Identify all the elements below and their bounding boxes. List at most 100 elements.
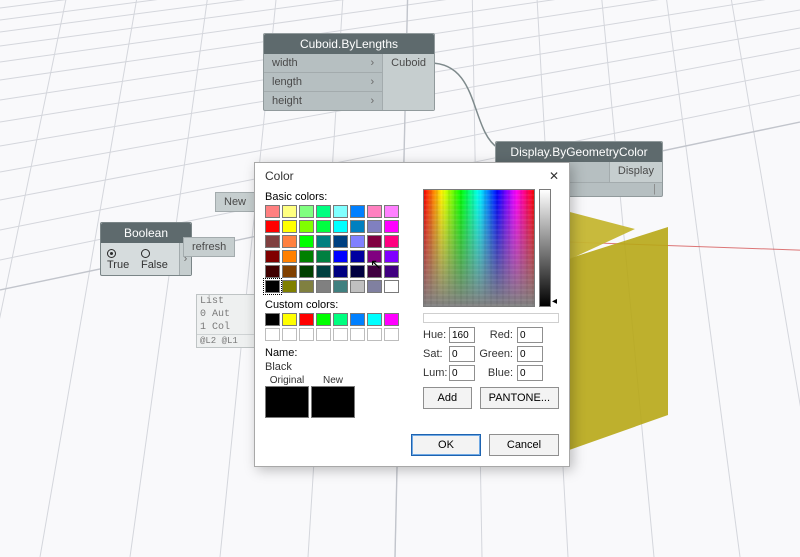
basic-color-swatch[interactable] xyxy=(333,280,348,293)
basic-color-swatch[interactable] xyxy=(316,220,331,233)
custom-color-swatch[interactable] xyxy=(265,313,280,326)
basic-color-swatch[interactable] xyxy=(265,235,280,248)
luminance-slider[interactable] xyxy=(539,189,551,307)
ok-button[interactable]: OK xyxy=(411,434,481,456)
basic-color-swatch[interactable] xyxy=(367,265,382,278)
port-height[interactable]: height› xyxy=(264,92,382,110)
add-button[interactable]: Add xyxy=(423,387,472,409)
custom-color-swatch[interactable] xyxy=(333,313,348,326)
basic-color-swatch[interactable] xyxy=(350,235,365,248)
pantone-button[interactable]: PANTONE... xyxy=(480,387,559,409)
node-header[interactable]: Display.ByGeometryColor xyxy=(496,142,662,162)
custom-color-swatch[interactable] xyxy=(384,328,399,341)
basic-color-swatch[interactable] xyxy=(350,280,365,293)
basic-color-swatch[interactable] xyxy=(299,265,314,278)
basic-color-swatch[interactable] xyxy=(384,205,399,218)
basic-color-swatch[interactable] xyxy=(299,280,314,293)
basic-color-swatch[interactable] xyxy=(333,250,348,263)
basic-color-swatch[interactable] xyxy=(316,235,331,248)
basic-color-swatch[interactable] xyxy=(299,235,314,248)
basic-color-swatch[interactable] xyxy=(367,220,382,233)
hue-label: Hue: xyxy=(423,329,445,341)
basic-color-swatch[interactable] xyxy=(299,205,314,218)
sat-input[interactable] xyxy=(449,346,475,362)
basic-color-swatch[interactable] xyxy=(367,280,382,293)
basic-color-swatch[interactable] xyxy=(282,265,297,278)
lum-label: Lum: xyxy=(423,367,445,379)
basic-color-swatch[interactable] xyxy=(265,220,280,233)
basic-color-swatch[interactable] xyxy=(316,280,331,293)
custom-color-swatch[interactable] xyxy=(367,313,382,326)
basic-colors-label: Basic colors: xyxy=(265,191,413,203)
basic-color-swatch[interactable] xyxy=(333,205,348,218)
custom-color-swatch[interactable] xyxy=(350,328,365,341)
basic-color-swatch[interactable] xyxy=(265,205,280,218)
viewport-3d[interactable]: Cuboid.ByLengths width› length› height› … xyxy=(0,0,800,557)
hue-input[interactable] xyxy=(449,327,475,343)
node-boolean[interactable]: Boolean True False › xyxy=(100,222,192,276)
custom-color-swatch[interactable] xyxy=(282,328,297,341)
basic-color-swatch[interactable] xyxy=(265,250,280,263)
node-header[interactable]: Cuboid.ByLengths xyxy=(264,34,434,54)
basic-color-swatch[interactable] xyxy=(282,280,297,293)
custom-color-swatch[interactable] xyxy=(384,313,399,326)
radio-false[interactable]: False xyxy=(141,247,173,271)
close-icon: ✕ xyxy=(549,169,559,183)
port-out-display[interactable]: Display xyxy=(610,162,662,180)
basic-color-swatch[interactable] xyxy=(367,235,382,248)
port-width[interactable]: width› xyxy=(264,54,382,73)
custom-color-swatch[interactable] xyxy=(367,328,382,341)
custom-color-swatch[interactable] xyxy=(299,328,314,341)
basic-color-swatch[interactable] xyxy=(282,250,297,263)
basic-color-swatch[interactable] xyxy=(299,220,314,233)
blue-input[interactable] xyxy=(517,365,543,381)
basic-color-swatch[interactable] xyxy=(350,250,365,263)
custom-color-swatch[interactable] xyxy=(265,328,280,341)
name-label: Name: xyxy=(265,347,413,359)
cancel-button[interactable]: Cancel xyxy=(489,434,559,456)
custom-color-swatch[interactable] xyxy=(316,313,331,326)
basic-color-swatch[interactable] xyxy=(384,235,399,248)
port-length[interactable]: length› xyxy=(264,73,382,92)
basic-color-swatch[interactable] xyxy=(384,250,399,263)
basic-color-swatch[interactable] xyxy=(265,265,280,278)
basic-color-swatch[interactable] xyxy=(282,235,297,248)
red-input[interactable] xyxy=(517,327,543,343)
basic-color-swatch[interactable] xyxy=(350,220,365,233)
basic-color-swatch[interactable] xyxy=(282,220,297,233)
custom-colors-grid xyxy=(265,313,413,341)
color-spectrum[interactable] xyxy=(423,189,535,307)
port-fragment-new[interactable]: New xyxy=(215,192,255,212)
close-button[interactable]: ✕ xyxy=(547,169,561,183)
custom-color-swatch[interactable] xyxy=(333,328,348,341)
lum-input[interactable] xyxy=(449,365,475,381)
custom-color-swatch[interactable] xyxy=(316,328,331,341)
port-out-cuboid[interactable]: Cuboid xyxy=(383,54,434,72)
basic-color-swatch[interactable] xyxy=(367,250,382,263)
basic-color-swatch[interactable] xyxy=(282,205,297,218)
port-fragment-refresh[interactable]: refresh xyxy=(183,237,235,257)
basic-color-swatch[interactable] xyxy=(265,280,280,293)
chevron-right-icon: › xyxy=(370,95,374,107)
basic-color-swatch[interactable] xyxy=(333,220,348,233)
basic-color-swatch[interactable] xyxy=(350,265,365,278)
basic-color-swatch[interactable] xyxy=(350,205,365,218)
custom-color-swatch[interactable] xyxy=(350,313,365,326)
chevron-right-icon: › xyxy=(370,57,374,69)
basic-color-swatch[interactable] xyxy=(384,280,399,293)
custom-color-swatch[interactable] xyxy=(299,313,314,326)
basic-color-swatch[interactable] xyxy=(316,250,331,263)
green-input[interactable] xyxy=(517,346,543,362)
radio-true[interactable]: True xyxy=(107,247,135,271)
basic-color-swatch[interactable] xyxy=(384,265,399,278)
basic-color-swatch[interactable] xyxy=(333,235,348,248)
basic-color-swatch[interactable] xyxy=(316,265,331,278)
basic-color-swatch[interactable] xyxy=(316,205,331,218)
node-header[interactable]: Boolean xyxy=(101,223,191,243)
custom-color-swatch[interactable] xyxy=(282,313,297,326)
basic-color-swatch[interactable] xyxy=(299,250,314,263)
basic-color-swatch[interactable] xyxy=(384,220,399,233)
basic-color-swatch[interactable] xyxy=(367,205,382,218)
basic-color-swatch[interactable] xyxy=(333,265,348,278)
node-cuboid-bylengths[interactable]: Cuboid.ByLengths width› length› height› … xyxy=(263,33,435,111)
